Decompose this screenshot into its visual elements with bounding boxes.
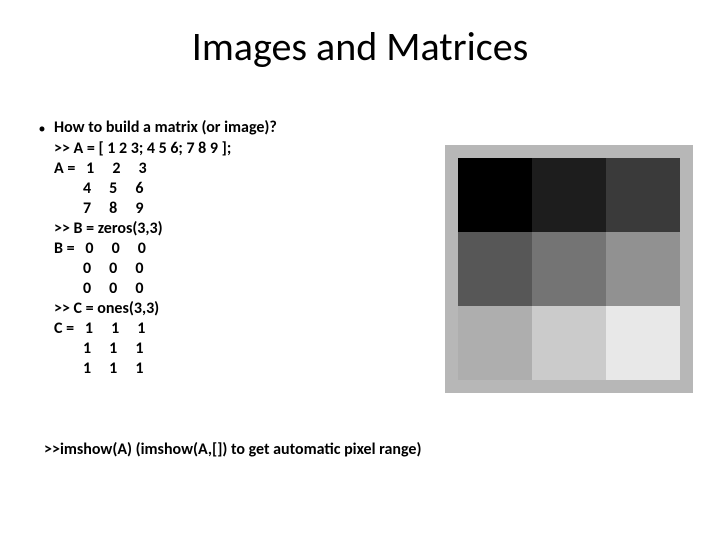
bullet-dot-icon: • bbox=[30, 118, 54, 139]
heatmap-cell bbox=[532, 232, 606, 306]
code-listing: >> A = [ 1 2 3; 4 5 6; 7 8 9 ]; A = 1 2 … bbox=[54, 139, 430, 379]
bullet-text: How to build a matrix (or image)? bbox=[54, 118, 277, 138]
slide-title: Images and Matrices bbox=[0, 22, 720, 71]
heatmap-cell bbox=[606, 232, 680, 306]
heatmap-grid bbox=[458, 158, 680, 380]
heatmap-cell bbox=[458, 306, 532, 380]
imshow-figure bbox=[445, 145, 693, 393]
heatmap-cell bbox=[606, 158, 680, 232]
heatmap-cell bbox=[606, 306, 680, 380]
heatmap-cell bbox=[532, 306, 606, 380]
heatmap-cell bbox=[532, 158, 606, 232]
bullet-item: • How to build a matrix (or image)? bbox=[30, 118, 430, 139]
footer-code-line: >>imshow(A) (imshow(A,[]) to get automat… bbox=[44, 440, 421, 459]
content-block: • How to build a matrix (or image)? >> A… bbox=[30, 118, 430, 379]
slide: Images and Matrices • How to build a mat… bbox=[0, 0, 720, 540]
heatmap-cell bbox=[458, 158, 532, 232]
heatmap-cell bbox=[458, 232, 532, 306]
